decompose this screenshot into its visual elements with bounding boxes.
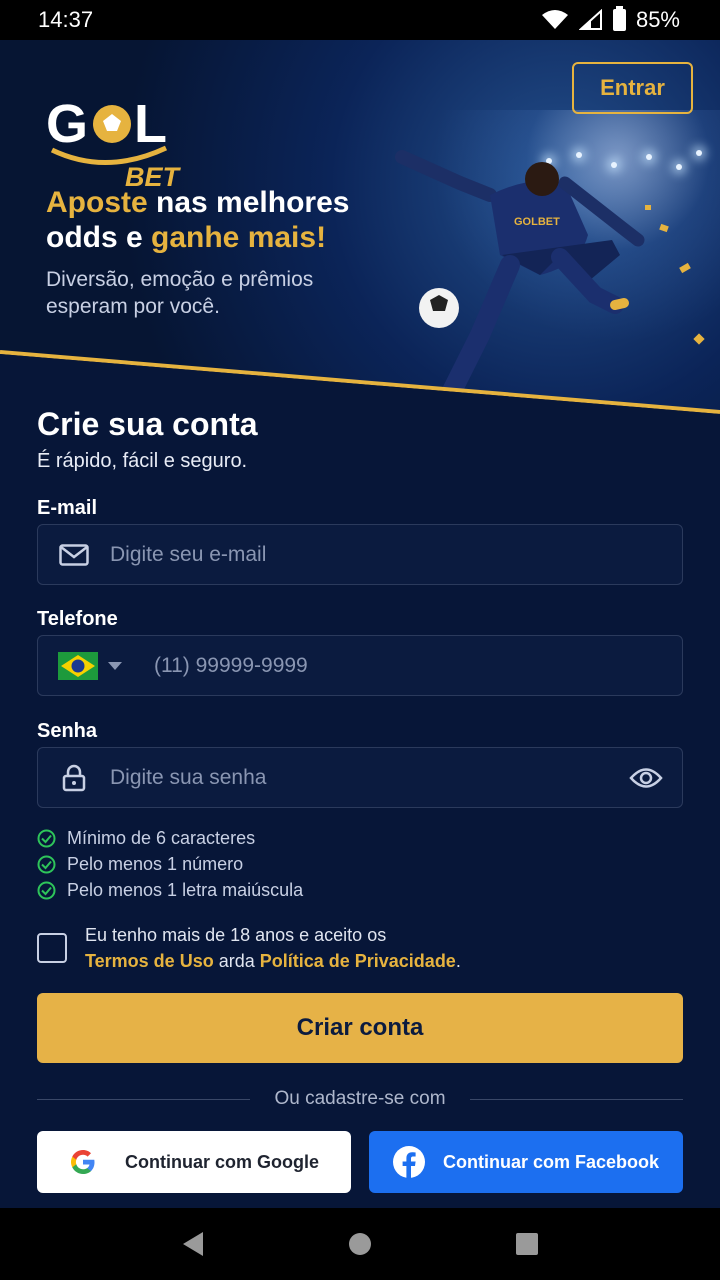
phone-label: Telefone [37,608,118,630]
home-icon[interactable] [348,1232,372,1256]
phone-field[interactable] [37,635,683,696]
or-divider: Ou cadastre-se com [37,1088,684,1110]
privacy-policy-link[interactable]: Política de Privacidade [260,951,456,971]
battery-icon [612,6,626,31]
rule-item: Pelo menos 1 número [37,851,303,877]
svg-text:G: G [46,94,88,154]
terms-checkbox[interactable] [37,933,67,963]
email-input[interactable] [110,525,682,584]
email-label: E-mail [37,497,98,519]
check-circle-icon [37,881,56,899]
form-subtitle: É rápido, fácil e seguro. [37,450,248,472]
signal-icon [578,9,602,30]
terms-of-use-link[interactable]: Termos de Uso [85,951,214,971]
status-bar: 14:37 85% [0,0,720,40]
google-signup-button[interactable]: Continuar com Google [37,1131,351,1193]
google-icon [70,1150,95,1174]
wifi-icon [541,10,568,29]
facebook-signup-button[interactable]: Continuar com Facebook [369,1131,683,1193]
email-field[interactable] [37,524,683,585]
chevron-down-icon [108,661,122,670]
rule-item: Mínimo de 6 caracteres [37,825,303,851]
hero-headline: Aposte nas melhores odds e ganhe mais! [46,186,350,254]
hero-subtext: Diversão, emoção e prêmios esperam por v… [46,268,314,318]
form-title: Crie sua conta [37,406,258,442]
login-button[interactable]: Entrar [572,62,693,114]
mail-icon [38,543,110,566]
status-time: 14:37 [38,7,94,32]
recents-icon[interactable] [515,1232,539,1256]
password-input[interactable] [110,748,610,807]
rule-item: Pelo menos 1 letra maiúscula [37,877,303,903]
facebook-icon [392,1146,425,1178]
svg-text:L: L [134,94,167,154]
phone-input[interactable] [154,636,682,695]
system-nav-bar [0,1208,720,1280]
golbet-logo: G L BET [46,94,182,190]
battery-level: 85% [635,7,680,32]
terms-text: Eu tenho mais de 18 anos e aceito os Ter… [85,925,461,971]
status-icons: 85% [541,6,680,33]
signup-screen: GOLBET G L BET Entrar Aposte nas melhore… [0,40,720,1208]
password-field[interactable] [37,747,683,808]
create-account-button[interactable]: Criar conta [37,993,683,1063]
check-circle-icon [37,829,56,847]
hero-banner: GOLBET G L BET Entrar Aposte nas melhore… [0,40,720,420]
password-rules: Mínimo de 6 caracteres Pelo menos 1 núme… [37,825,303,903]
password-label: Senha [37,720,98,742]
back-icon[interactable] [181,1231,205,1257]
terms-row: Eu tenho mais de 18 anos e aceito os Ter… [37,922,461,974]
jersey-logo: GOLBET [514,216,560,228]
brazil-flag-icon [58,651,98,680]
check-circle-icon [37,855,56,873]
country-selector[interactable] [38,651,154,680]
lock-icon [38,764,110,792]
show-password-eye-icon[interactable] [610,767,682,789]
